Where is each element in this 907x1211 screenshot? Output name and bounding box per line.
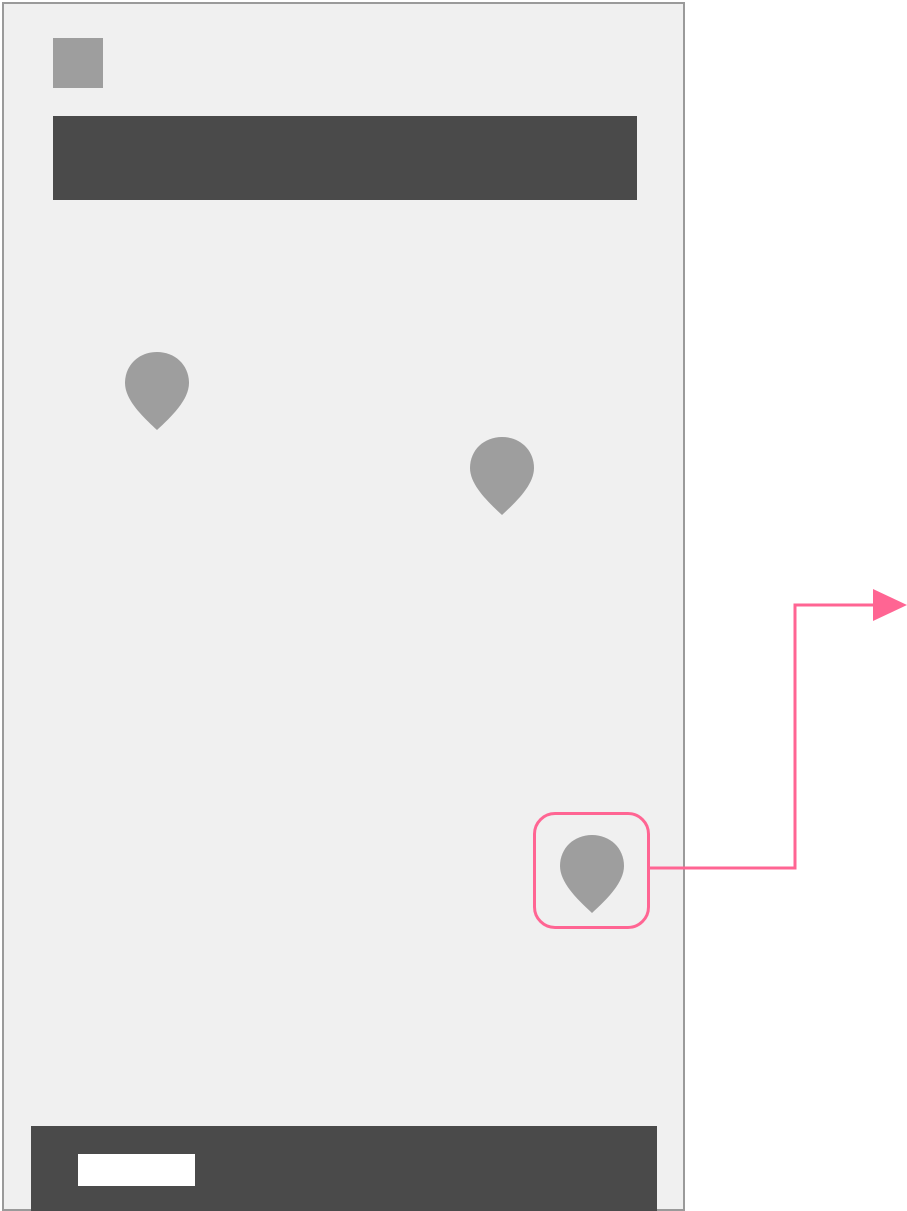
header-bar[interactable]: [53, 116, 637, 200]
map-pin-icon[interactable]: [123, 350, 191, 432]
phone-screen: [2, 2, 685, 1211]
arrow-right-icon: [873, 589, 907, 621]
bottom-button[interactable]: [78, 1154, 195, 1186]
bottom-bar: [31, 1126, 657, 1211]
logo-placeholder: [53, 38, 103, 88]
map-pin-icon[interactable]: [468, 435, 536, 517]
map-pin-icon[interactable]: [558, 833, 626, 915]
